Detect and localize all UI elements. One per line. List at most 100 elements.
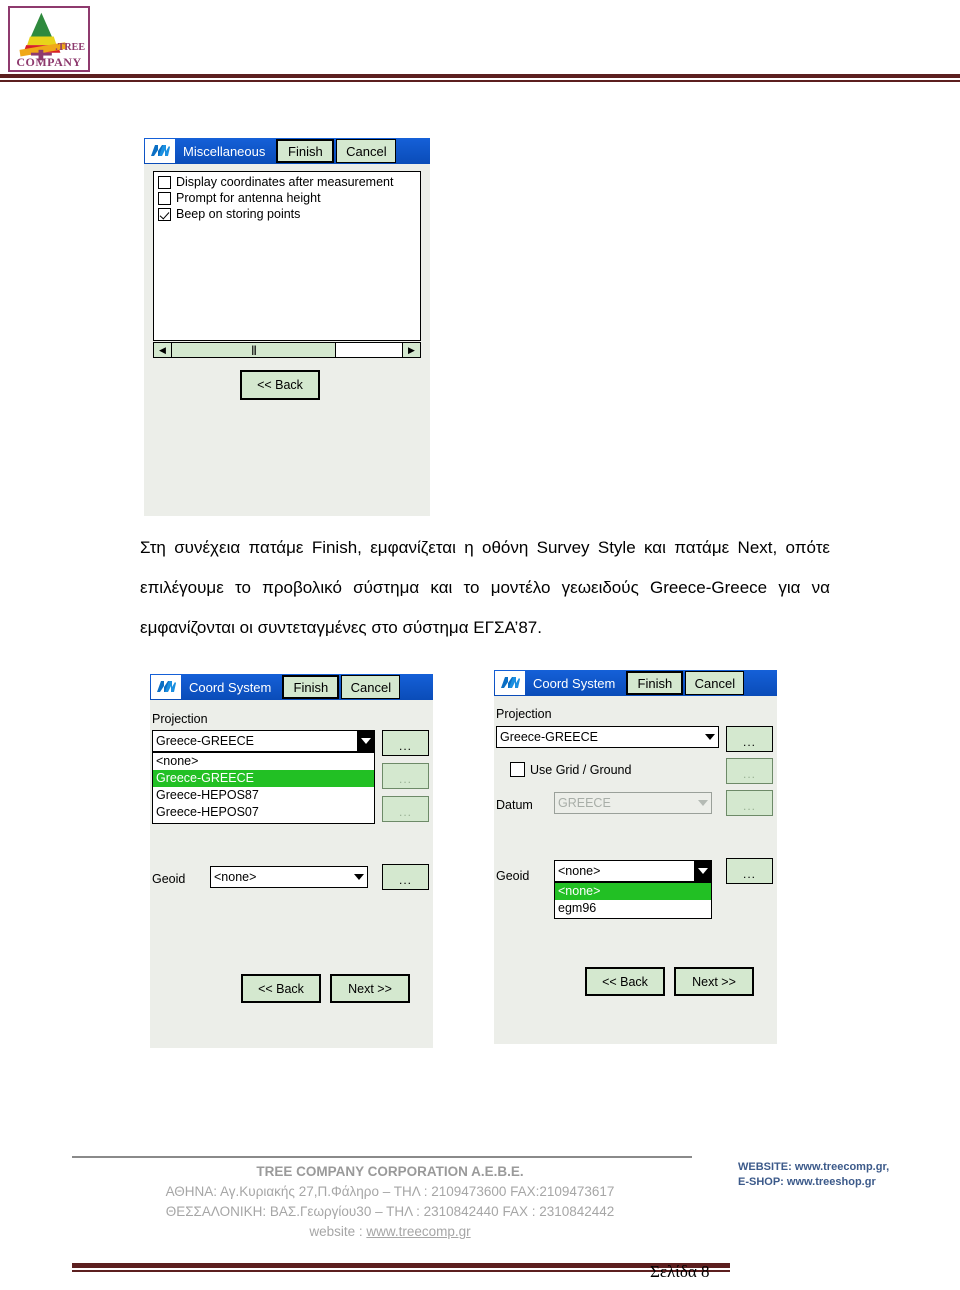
next-button-label: Next >> (348, 981, 392, 996)
projection-label: Projection (496, 707, 552, 721)
geoid-combobox[interactable]: <none> (554, 860, 712, 882)
cancel-button[interactable]: Cancel (341, 675, 401, 699)
projection-browse-button[interactable]: ... (726, 726, 773, 752)
datum-combobox[interactable]: GREECE (554, 792, 712, 814)
geoid-combobox[interactable]: <none> (210, 866, 368, 888)
option-row-beep-on-storing[interactable]: Beep on storing points (158, 207, 416, 221)
nikon-app-icon (495, 671, 525, 695)
titlebar-miscellaneous: Miscellaneous Finish Cancel (144, 138, 430, 164)
titlebar-coord-system-left: Coord System Finish Cancel (150, 674, 433, 700)
cancel-button[interactable]: Cancel (336, 139, 397, 163)
dropdown-option[interactable]: <none> (153, 753, 374, 770)
footer-divider (72, 1156, 692, 1158)
datum-value: GREECE (558, 796, 611, 810)
footer-links-block: WEBSITE: www.treecomp.gr, E-SHOP: www.tr… (738, 1160, 889, 1190)
geoid-label: Geoid (496, 869, 530, 883)
cancel-button[interactable]: Cancel (685, 671, 745, 695)
dropdown-option[interactable]: egm96 (555, 900, 711, 917)
footer-company-name: TREE COMPANY CORPORATION A.E.B.E. (256, 1164, 524, 1179)
projection-value: Greece-GREECE (156, 734, 254, 748)
back-button[interactable]: << Back (585, 967, 665, 996)
company-logo: .TREE COMPANY (8, 6, 90, 72)
nikon-app-icon (151, 675, 181, 699)
checkbox-use-grid-ground[interactable] (510, 762, 525, 777)
logo-tree-label: .TREE (55, 42, 85, 53)
footer-website-line: website : www.treecomp.gr (60, 1222, 720, 1242)
dropdown-option-selected[interactable]: <none> (555, 883, 711, 900)
geoid-browse-button[interactable]: ... (726, 858, 773, 884)
back-button[interactable]: << Back (241, 974, 321, 1003)
footer-website-link[interactable]: www.treecomp.gr (366, 1224, 470, 1239)
finish-button[interactable]: Finish (282, 675, 340, 699)
projection-dropdown-list[interactable]: <none> Greece-GREECE Greece-HEPOS87 Gree… (152, 752, 375, 824)
scroll-right-arrow-icon[interactable]: ▶ (402, 343, 420, 357)
finish-button[interactable]: Finish (276, 139, 335, 163)
header-rule-bottom (0, 80, 960, 82)
footer-website-prefix: website : (309, 1224, 367, 1239)
option-label: Prompt for antenna height (176, 191, 321, 205)
footer-company-block: TREE COMPANY CORPORATION A.E.B.E. ΑΘΗΝΑ:… (60, 1162, 720, 1242)
checkbox-display-coordinates[interactable] (158, 175, 171, 189)
geoid-browse-button[interactable]: ... (382, 864, 429, 890)
option-row-display-coordinates[interactable]: Display coordinates after measurement (158, 175, 416, 189)
geoid-dropdown-list[interactable]: <none> egm96 (554, 882, 712, 919)
option-label: Beep on storing points (176, 207, 301, 221)
page-number: Σελίδα 8 (650, 1262, 710, 1281)
dropdown-option[interactable]: Greece-HEPOS07 (153, 804, 374, 821)
chevron-down-icon[interactable] (694, 861, 711, 881)
finish-button[interactable]: Finish (626, 671, 684, 695)
titlebar-title: Coord System (189, 679, 272, 695)
checkbox-prompt-antenna-height[interactable] (158, 191, 171, 205)
back-button[interactable]: << Back (240, 370, 320, 400)
nikon-app-icon (145, 139, 175, 163)
footer-athens-line: ΑΘΗΝΑ: Αγ.Κυριακής 27,Π.Φάληρο – ΤΗΛ : 2… (165, 1184, 615, 1199)
next-button[interactable]: Next >> (674, 967, 754, 996)
options-panel: Display coordinates after measurement Pr… (153, 171, 421, 341)
scrollbar-track[interactable] (336, 343, 402, 357)
grid-ground-browse-button[interactable]: ... (726, 758, 773, 784)
geoid-value: <none> (214, 870, 257, 884)
footer-rule-bottom (72, 1270, 730, 1272)
horizontal-scrollbar[interactable]: ◀ ||| ▶ (153, 342, 421, 358)
grid-ground-label: Use Grid / Ground (530, 762, 632, 777)
geoid-value: <none> (558, 864, 601, 878)
tertiary-browse-button[interactable]: ... (382, 796, 429, 822)
app-logo-glyph (151, 145, 170, 156)
projection-label: Projection (152, 712, 208, 726)
datum-browse-button[interactable]: ... (726, 790, 773, 816)
next-button-label: Next >> (692, 974, 736, 989)
dialog-coord-system-left: Coord System Finish Cancel Projection Gr… (150, 674, 433, 1048)
chevron-down-icon[interactable] (350, 867, 367, 887)
option-row-prompt-antenna-height[interactable]: Prompt for antenna height (158, 191, 416, 205)
footer-website-label: WEBSITE: www.treecomp.gr, (738, 1161, 890, 1173)
titlebar-title: Miscellaneous (183, 143, 266, 159)
dialog-coord-system-right: Coord System Finish Cancel Projection Gr… (494, 670, 777, 1044)
scroll-left-arrow-icon[interactable]: ◀ (154, 343, 172, 357)
dropdown-option[interactable]: Greece-HEPOS87 (153, 787, 374, 804)
projection-combobox[interactable]: Greece-GREECE (496, 726, 719, 748)
dropdown-option-selected[interactable]: Greece-GREECE (153, 770, 374, 787)
chevron-down-icon[interactable] (701, 727, 718, 747)
chevron-down-icon[interactable] (357, 731, 374, 751)
dialog-miscellaneous: Miscellaneous Finish Cancel Display coor… (144, 138, 430, 516)
secondary-browse-button[interactable]: ... (382, 763, 429, 789)
footer-thessaloniki-line: ΘΕΣΣΑΛΟΝΙΚΗ: ΒΑΣ.Γεωργίου30 – ΤΗΛ : 2310… (165, 1204, 615, 1219)
titlebar-coord-system-right: Coord System Finish Cancel (494, 670, 777, 696)
app-logo-glyph (501, 677, 520, 688)
scrollbar-thumb[interactable]: ||| (172, 343, 336, 357)
logo-wordmark: COMPANY (16, 55, 82, 69)
datum-label: Datum (496, 798, 533, 812)
projection-combobox[interactable]: Greece-GREECE (152, 730, 375, 752)
projection-value: Greece-GREECE (500, 730, 598, 744)
chevron-down-icon[interactable] (694, 793, 711, 813)
header-rule-top (0, 74, 960, 78)
grid-ground-row[interactable]: Use Grid / Ground (510, 762, 631, 777)
projection-browse-button[interactable]: ... (382, 730, 429, 756)
checkbox-beep-on-storing[interactable] (158, 207, 171, 221)
instruction-paragraph: Στη συνέχεια πατάμε Finish, εμφανίζεται … (140, 538, 830, 637)
footer-rule-top (72, 1263, 730, 1268)
titlebar-title: Coord System (533, 675, 616, 691)
geoid-label: Geoid (152, 872, 186, 886)
option-label: Display coordinates after measurement (176, 175, 394, 189)
next-button[interactable]: Next >> (330, 974, 410, 1003)
